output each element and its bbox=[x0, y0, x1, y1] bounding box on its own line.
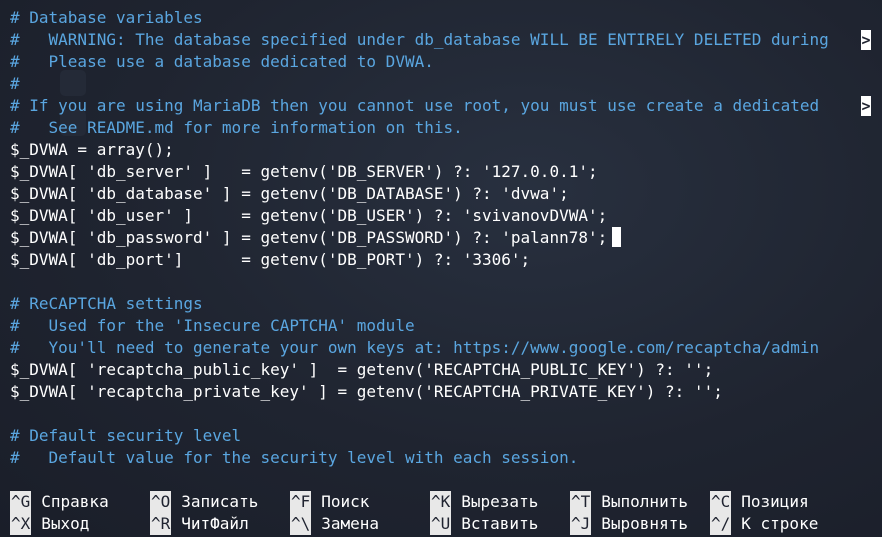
shortcut-key: ^F bbox=[290, 491, 312, 513]
editor-line: $_DVWA[ 'db_port'] = getenv('DB_PORT') ?… bbox=[10, 250, 531, 269]
editor-line: # You'll need to generate your own keys … bbox=[10, 338, 820, 357]
line-overflow-marker: > bbox=[861, 30, 871, 50]
desktop-icon-ghost bbox=[60, 70, 86, 96]
editor-line: # Default security level bbox=[10, 426, 242, 445]
editor-line: $_DVWA = array(); bbox=[10, 140, 174, 159]
shortcut-label: Выполнить bbox=[601, 492, 688, 511]
editor-line: $_DVWA[ 'db_server' ] = getenv('DB_SERVE… bbox=[10, 162, 598, 181]
editor-line: # bbox=[10, 74, 20, 93]
shortcut-help[interactable]: ^G Справка bbox=[10, 491, 109, 513]
shortcut-search[interactable]: ^F Поиск bbox=[290, 491, 369, 513]
editor-line: $_DVWA[ 'recaptcha_public_key' ] = geten… bbox=[10, 360, 714, 379]
shortcut-exit[interactable]: ^X Выход bbox=[10, 513, 89, 535]
editor-line: # WARNING: The database specified under … bbox=[10, 30, 829, 49]
editor-line: # ReCAPTCHA settings bbox=[10, 294, 203, 313]
shortcut-write[interactable]: ^O Записать bbox=[150, 491, 258, 513]
shortcut-key: ^X bbox=[10, 513, 32, 535]
shortcut-label: ЧитФайл bbox=[181, 514, 249, 533]
shortcut-label: Вставить bbox=[461, 514, 539, 533]
editor-line: # If you are using MariaDB then you cann… bbox=[10, 96, 829, 115]
shortcut-key: ^C bbox=[710, 491, 732, 513]
shortcut-execute[interactable]: ^T Выполнить bbox=[570, 491, 688, 513]
shortcut-key: ^U bbox=[430, 513, 452, 535]
shortcut-key: ^/ bbox=[710, 513, 732, 535]
shortcut-cut[interactable]: ^K Вырезать bbox=[430, 491, 538, 513]
text-cursor bbox=[612, 227, 621, 247]
shortcut-key: ^O bbox=[150, 491, 172, 513]
shortcut-label: Замена bbox=[321, 514, 380, 533]
shortcut-label: Позиция bbox=[741, 492, 809, 511]
line-overflow-marker: > bbox=[861, 96, 871, 116]
shortcut-read-file[interactable]: ^R ЧитФайл bbox=[150, 513, 249, 535]
shortcut-label: Вырезать bbox=[461, 492, 539, 511]
editor-line: $_DVWA[ 'db_user' ] = getenv('DB_USER') … bbox=[10, 206, 608, 225]
shortcut-key: ^T bbox=[570, 491, 592, 513]
shortcut-key: ^G bbox=[10, 491, 32, 513]
shortcut-label: Выход bbox=[41, 514, 90, 533]
shortcut-label: Выровнять bbox=[601, 514, 688, 533]
shortcut-label: К строке bbox=[741, 514, 819, 533]
editor-line: # Please use a database dedicated to DVW… bbox=[10, 52, 434, 71]
editor-line: # Database variables bbox=[10, 8, 203, 27]
shortcut-paste[interactable]: ^U Вставить bbox=[430, 513, 538, 535]
shortcut-label: Справка bbox=[41, 492, 109, 511]
editor-line: # Default value for the security level w… bbox=[10, 448, 579, 467]
editor-line: # See README.md for more information on … bbox=[10, 118, 463, 137]
editor-line: $_DVWA[ 'recaptcha_private_key' ] = gete… bbox=[10, 382, 723, 401]
shortcut-label: Поиск bbox=[321, 492, 370, 511]
shortcut-label: Записать bbox=[181, 492, 259, 511]
shortcut-replace[interactable]: ^\ Замена bbox=[290, 513, 379, 535]
editor-line: # Used for the 'Insecure CAPTCHA' module bbox=[10, 316, 415, 335]
shortcut-location[interactable]: ^C Позиция bbox=[710, 491, 809, 513]
shortcut-go-to-line[interactable]: ^/ К строке bbox=[710, 513, 818, 535]
terminal-window[interactable]: # Database variables # WARNING: The data… bbox=[0, 0, 882, 537]
shortcut-key: ^K bbox=[430, 491, 452, 513]
shortcut-justify[interactable]: ^J Выровнять bbox=[570, 513, 688, 535]
editor-line: $_DVWA[ 'db_password' ] = getenv('DB_PAS… bbox=[10, 228, 608, 247]
shortcut-key: ^R bbox=[150, 513, 172, 535]
shortcut-key: ^J bbox=[570, 513, 592, 535]
editor-line: $_DVWA[ 'db_database' ] = getenv('DB_DAT… bbox=[10, 184, 569, 203]
shortcut-key: ^\ bbox=[290, 513, 312, 535]
